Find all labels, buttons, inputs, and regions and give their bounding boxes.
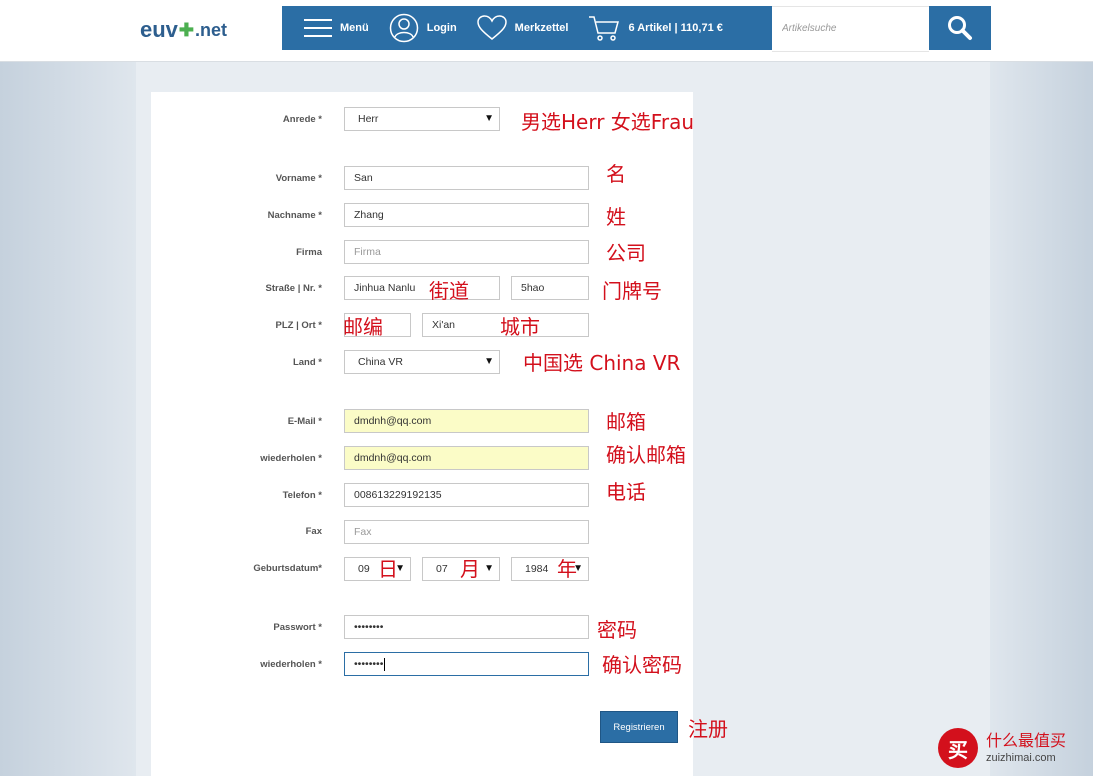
annotation-zip: 邮编: [343, 315, 383, 339]
country-select[interactable]: China VR ▼: [344, 350, 500, 374]
text-caret: [384, 657, 386, 671]
logo-prefix: euv: [140, 17, 178, 42]
salutation-label: Anrede *: [282, 114, 322, 125]
wishlist-label: Merkzettel: [514, 22, 569, 34]
birthdate-label: Geburtsdatum*: [253, 563, 322, 574]
menu-button[interactable]: Menü: [282, 6, 379, 50]
password-repeat-label: wiederholen *: [260, 659, 322, 670]
login-button[interactable]: Login: [379, 6, 467, 50]
annotation-email-repeat: 确认邮箱: [606, 443, 686, 467]
search-icon: [948, 16, 972, 40]
annotation-day: 日: [378, 557, 398, 581]
annotation-first-name: 名: [606, 162, 626, 186]
register-button[interactable]: Registrieren: [600, 711, 678, 743]
main-nav: Menü Login Merkzettel 6 Artikel | 110,71…: [282, 6, 772, 50]
annotation-last-name: 姓: [606, 205, 626, 229]
cart-label: 6 Artikel | 110,71 €: [628, 22, 723, 34]
search-box: [772, 6, 932, 52]
phone-input[interactable]: 008613229192135: [344, 483, 589, 507]
first-name-label: Vorname *: [275, 173, 322, 184]
annotation-email: 邮箱: [606, 410, 646, 434]
annotation-company: 公司: [606, 241, 646, 265]
street-input[interactable]: Jinhua Nanlu: [344, 276, 500, 300]
password-label: Passwort *: [273, 622, 322, 633]
annotation-country: 中国选 China VR: [523, 351, 681, 375]
dropdown-arrow-icon: ▼: [484, 563, 494, 574]
annotation-street: 街道: [429, 279, 469, 303]
search-input[interactable]: [772, 7, 932, 49]
salutation-select[interactable]: Herr ▼: [344, 107, 500, 131]
annotation-phone: 电话: [606, 480, 646, 504]
country-value: China VR: [358, 356, 403, 368]
zip-city-label: PLZ | Ort *: [275, 320, 322, 331]
hamburger-icon: [304, 19, 332, 37]
first-name-input[interactable]: San: [344, 166, 589, 190]
birth-month-value: 07: [436, 563, 448, 575]
annotation-month: 月: [460, 557, 480, 581]
watermark-cn: 什么最值买: [986, 731, 1067, 750]
logo-tld: .net: [195, 19, 228, 40]
search-button[interactable]: [929, 6, 991, 50]
birth-day-value: 09: [358, 563, 370, 575]
watermark: 买 什么最值买 zuizhimai.com: [938, 728, 1066, 768]
last-name-label: Nachname *: [267, 210, 322, 221]
company-label: Firma: [296, 247, 322, 258]
annotation-password: 密码: [597, 618, 637, 642]
dropdown-arrow-icon: ▼: [484, 356, 494, 367]
salutation-value: Herr: [358, 113, 379, 125]
annotation-number: 门牌号: [602, 279, 662, 303]
cart-icon: [589, 16, 620, 41]
street-label: Straße | Nr. *: [265, 283, 322, 294]
house-number-input[interactable]: 5hao: [511, 276, 589, 300]
watermark-url: zuizhimai.com: [986, 752, 1056, 764]
wishlist-button[interactable]: Merkzettel: [467, 6, 579, 50]
dropdown-arrow-icon: ▼: [484, 113, 494, 124]
user-icon: [389, 13, 418, 43]
password-input[interactable]: ••••••••: [344, 615, 589, 639]
watermark-badge: 买: [938, 728, 978, 768]
menu-label: Menü: [340, 22, 369, 34]
page-background-right: [990, 62, 1093, 776]
annotation-city: 城市: [500, 315, 540, 339]
company-input[interactable]: Firma: [344, 240, 589, 264]
email-repeat-label: wiederholen *: [260, 453, 322, 464]
phone-label: Telefon *: [282, 490, 322, 501]
annotation-salutation: 男选Herr 女选Frau: [521, 110, 694, 134]
password-repeat-value: ••••••••: [354, 658, 384, 670]
annotation-password-repeat: 确认密码: [602, 653, 682, 677]
birth-year-value: 1984: [525, 563, 549, 575]
email-repeat-input[interactable]: dmdnh@qq.com: [344, 446, 589, 470]
email-input[interactable]: dmdnh@qq.com: [344, 409, 589, 433]
email-label: E-Mail *: [287, 416, 322, 427]
last-name-input[interactable]: Zhang: [344, 203, 589, 227]
birth-year-select[interactable]: 1984 ▼: [511, 557, 589, 581]
watermark-text: 什么最值买 zuizhimai.com: [986, 731, 1066, 765]
logo-cross-icon: ✚: [178, 19, 195, 40]
annotation-submit: 注册: [688, 717, 728, 741]
fax-label: Fax: [305, 526, 322, 537]
country-label: Land *: [292, 357, 322, 368]
cart-button[interactable]: 6 Artikel | 110,71 €: [578, 6, 732, 50]
site-logo[interactable]: euv ✚ .net: [140, 14, 227, 46]
page-background-left: [0, 62, 136, 776]
login-label: Login: [426, 22, 457, 34]
annotation-year: 年: [557, 557, 577, 581]
fax-input[interactable]: Fax: [344, 520, 589, 544]
heart-icon: [476, 15, 507, 40]
password-repeat-input[interactable]: ••••••••: [344, 652, 589, 676]
